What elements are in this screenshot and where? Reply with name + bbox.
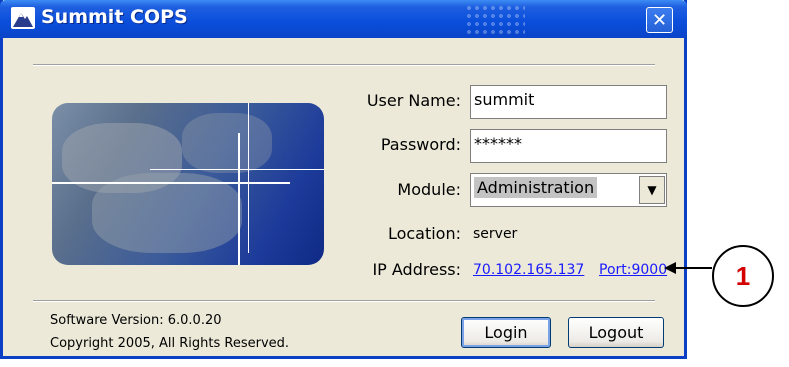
top-separator: [33, 64, 655, 66]
module-select-value: Administration: [474, 177, 598, 198]
bottom-separator: [33, 300, 655, 302]
close-button[interactable]: ✕: [646, 7, 673, 33]
software-version: Software Version: 6.0.0.20: [50, 313, 222, 328]
title-decoration: [465, 4, 525, 34]
callout-number: 1: [712, 245, 774, 307]
ip-address-label: IP Address:: [372, 260, 461, 279]
window-title: Summit COPS: [41, 6, 188, 28]
logo-image: [52, 103, 324, 265]
ip-address-link[interactable]: 70.102.165.137: [473, 262, 584, 278]
password-label: Password:: [380, 135, 461, 154]
logout-button[interactable]: Logout: [568, 317, 664, 348]
module-select[interactable]: Administration: [470, 173, 667, 207]
username-field[interactable]: summit: [470, 85, 667, 119]
port-link[interactable]: Port:9000: [599, 262, 667, 278]
location-value: server: [473, 226, 518, 242]
login-window: Summit COPS ✕ User Name: summit Password…: [0, 0, 687, 359]
mountain-icon: [11, 7, 35, 29]
login-button[interactable]: Login: [461, 317, 551, 348]
location-label: Location:: [387, 224, 461, 243]
callout-arrow: [664, 262, 712, 274]
username-label: User Name:: [366, 91, 461, 110]
chevron-down-icon[interactable]: ▼: [639, 176, 665, 204]
title-bar[interactable]: Summit COPS ✕: [0, 0, 687, 38]
password-field[interactable]: ******: [470, 129, 667, 163]
copyright-text: Copyright 2005, All Rights Reserved.: [50, 336, 290, 351]
module-label: Module:: [397, 180, 461, 199]
